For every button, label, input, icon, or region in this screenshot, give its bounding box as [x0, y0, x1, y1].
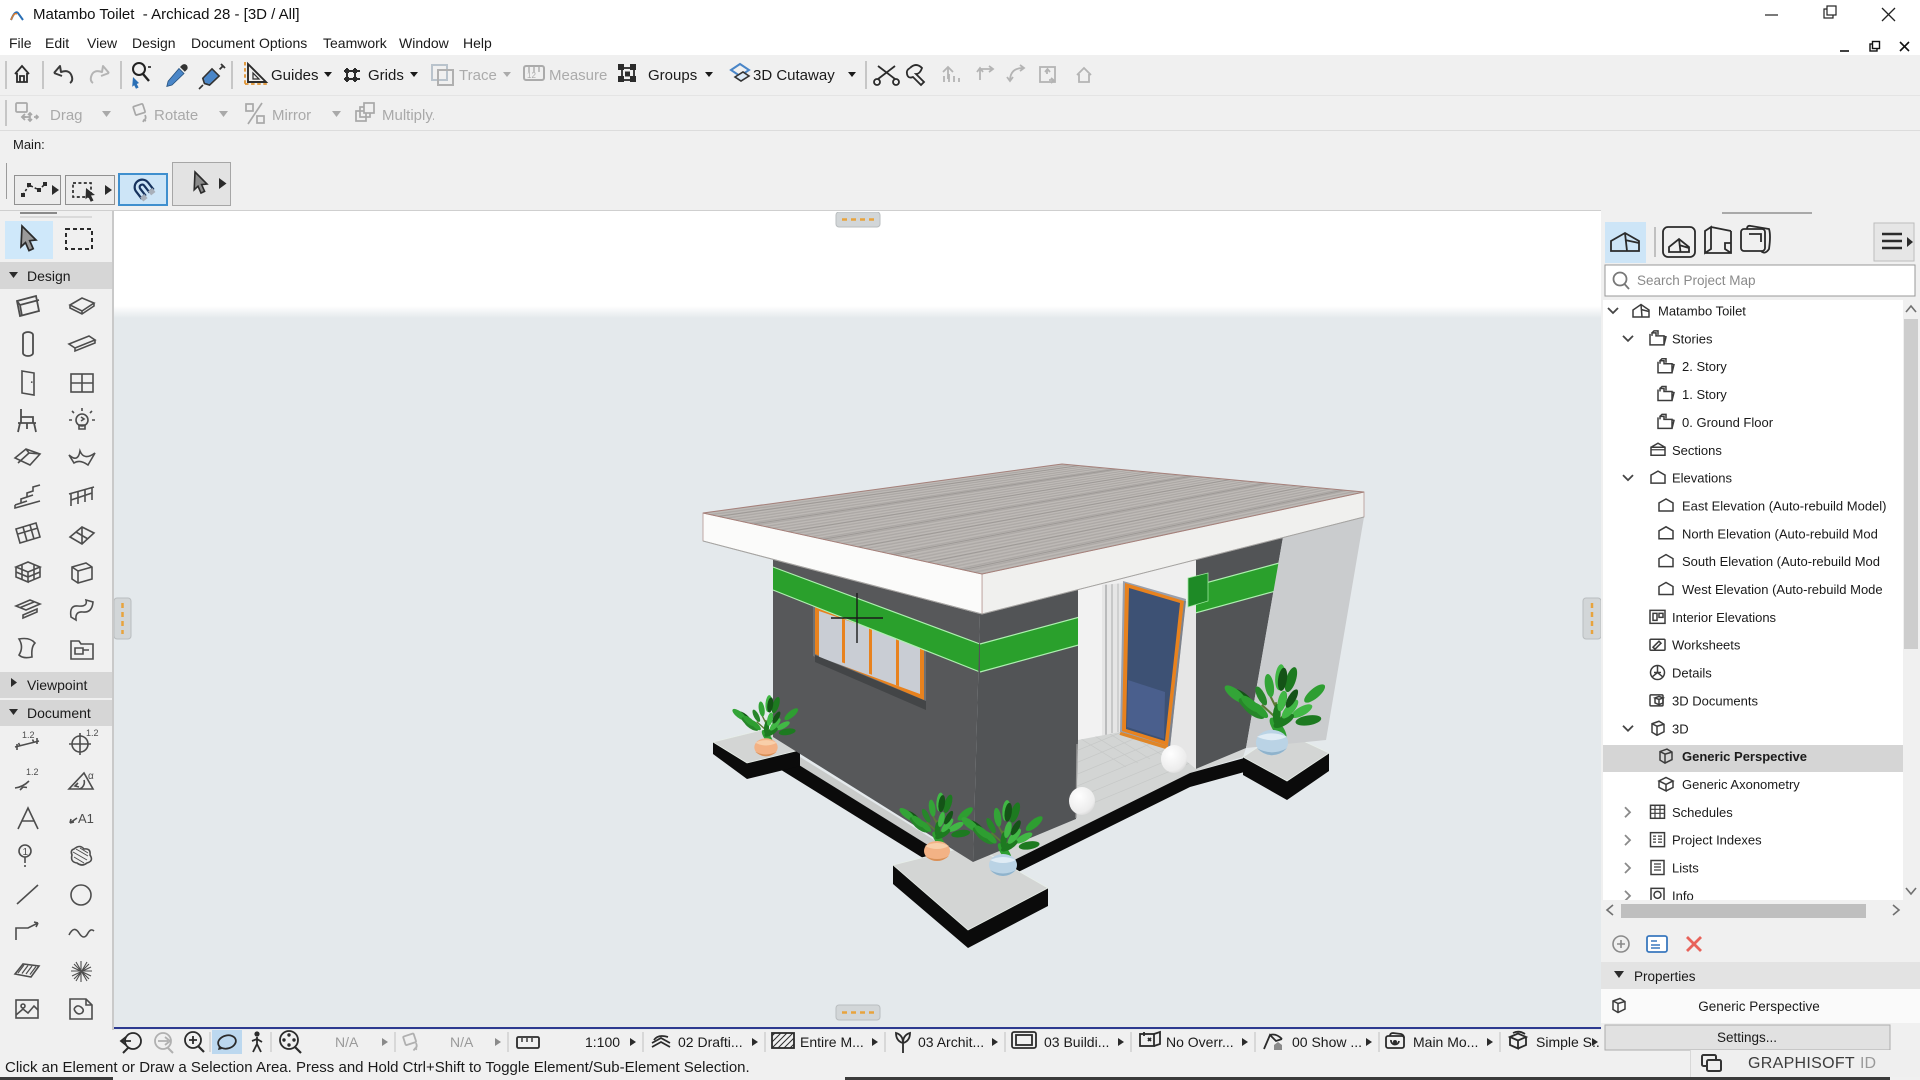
svg-text:Drag: Drag: [50, 107, 83, 124]
svg-text:1.2: 1.2: [86, 728, 99, 738]
svg-text:Matambo Toilet: Matambo Toilet: [1658, 304, 1746, 319]
svg-text:Rotate: Rotate: [154, 107, 198, 124]
svg-text:3D: 3D: [1672, 721, 1689, 736]
svg-text:Design: Design: [27, 268, 71, 284]
svg-text:N/A: N/A: [450, 1034, 474, 1050]
svg-text:Mirror: Mirror: [272, 107, 311, 124]
svg-text:2. Story: 2. Story: [1682, 359, 1727, 374]
svg-text:A1: A1: [78, 811, 94, 826]
svg-text:1:100: 1:100: [585, 1034, 620, 1050]
svg-text:Main Mo...: Main Mo...: [1413, 1034, 1478, 1050]
svg-text:Simple S...: Simple S...: [1536, 1034, 1601, 1050]
svg-text:East Elevation (Auto-rebuild M: East Elevation (Auto-rebuild Model): [1682, 498, 1887, 513]
svg-text:Groups: Groups: [648, 67, 697, 84]
svg-text:Elevations: Elevations: [1672, 471, 1732, 486]
svg-text:Interior Elevations: Interior Elevations: [1672, 610, 1777, 625]
svg-text:Generic Perspective: Generic Perspective: [1682, 749, 1807, 764]
svg-text:3D Cutaway: 3D Cutaway: [753, 67, 835, 84]
svg-text:N/A: N/A: [335, 1034, 359, 1050]
svg-text:0. Ground Floor: 0. Ground Floor: [1682, 415, 1774, 430]
svg-text:Document: Document: [27, 705, 91, 721]
svg-text:Lists: Lists: [1672, 861, 1699, 876]
svg-text:Generic Perspective: Generic Perspective: [1698, 999, 1820, 1014]
svg-text:Guides: Guides: [271, 67, 319, 84]
svg-text:00 Show ...: 00 Show ...: [1292, 1034, 1362, 1050]
svg-text:Trace: Trace: [459, 67, 497, 84]
svg-text:1. Story: 1. Story: [1682, 387, 1727, 402]
svg-text:03 Buildi...: 03 Buildi...: [1044, 1034, 1109, 1050]
svg-text:Schedules: Schedules: [1672, 805, 1733, 820]
svg-text:Worksheets: Worksheets: [1672, 638, 1741, 653]
svg-text:Multiply...: Multiply...: [382, 107, 434, 124]
svg-text:Properties: Properties: [1634, 969, 1696, 984]
svg-text:1: 1: [23, 847, 29, 858]
svg-text:Generic Axonometry: Generic Axonometry: [1682, 777, 1800, 792]
svg-text:Viewpoint: Viewpoint: [27, 677, 88, 693]
svg-text:North Elevation (Auto-rebuild: North Elevation (Auto-rebuild Mod: [1682, 526, 1878, 541]
svg-text:Stories: Stories: [1672, 331, 1713, 346]
svg-text:Sections: Sections: [1672, 443, 1722, 458]
svg-text:South Elevation (Auto-rebuild: South Elevation (Auto-rebuild Mod: [1682, 554, 1880, 569]
svg-text:Settings...: Settings...: [1717, 1030, 1777, 1045]
svg-text:Search Project Map: Search Project Map: [1637, 273, 1756, 288]
svg-text:12: 12: [527, 71, 536, 80]
svg-text:Measure: Measure: [549, 67, 607, 84]
svg-text:03 Archit...: 03 Archit...: [918, 1034, 984, 1050]
svg-text:Project Indexes: Project Indexes: [1672, 833, 1762, 848]
svg-text:Details: Details: [1672, 666, 1712, 681]
svg-text:1.2: 1.2: [22, 730, 35, 740]
svg-text:3D Documents: 3D Documents: [1672, 693, 1758, 708]
svg-text:Grids: Grids: [368, 67, 404, 84]
svg-text:No Overr...: No Overr...: [1166, 1034, 1234, 1050]
svg-text:West Elevation (Auto-rebuild M: West Elevation (Auto-rebuild Mode: [1682, 582, 1883, 597]
svg-text:02 Drafti...: 02 Drafti...: [678, 1034, 743, 1050]
svg-text:α: α: [88, 771, 94, 782]
svg-text:1.2: 1.2: [26, 767, 39, 777]
svg-text:Entire M...: Entire M...: [800, 1034, 864, 1050]
